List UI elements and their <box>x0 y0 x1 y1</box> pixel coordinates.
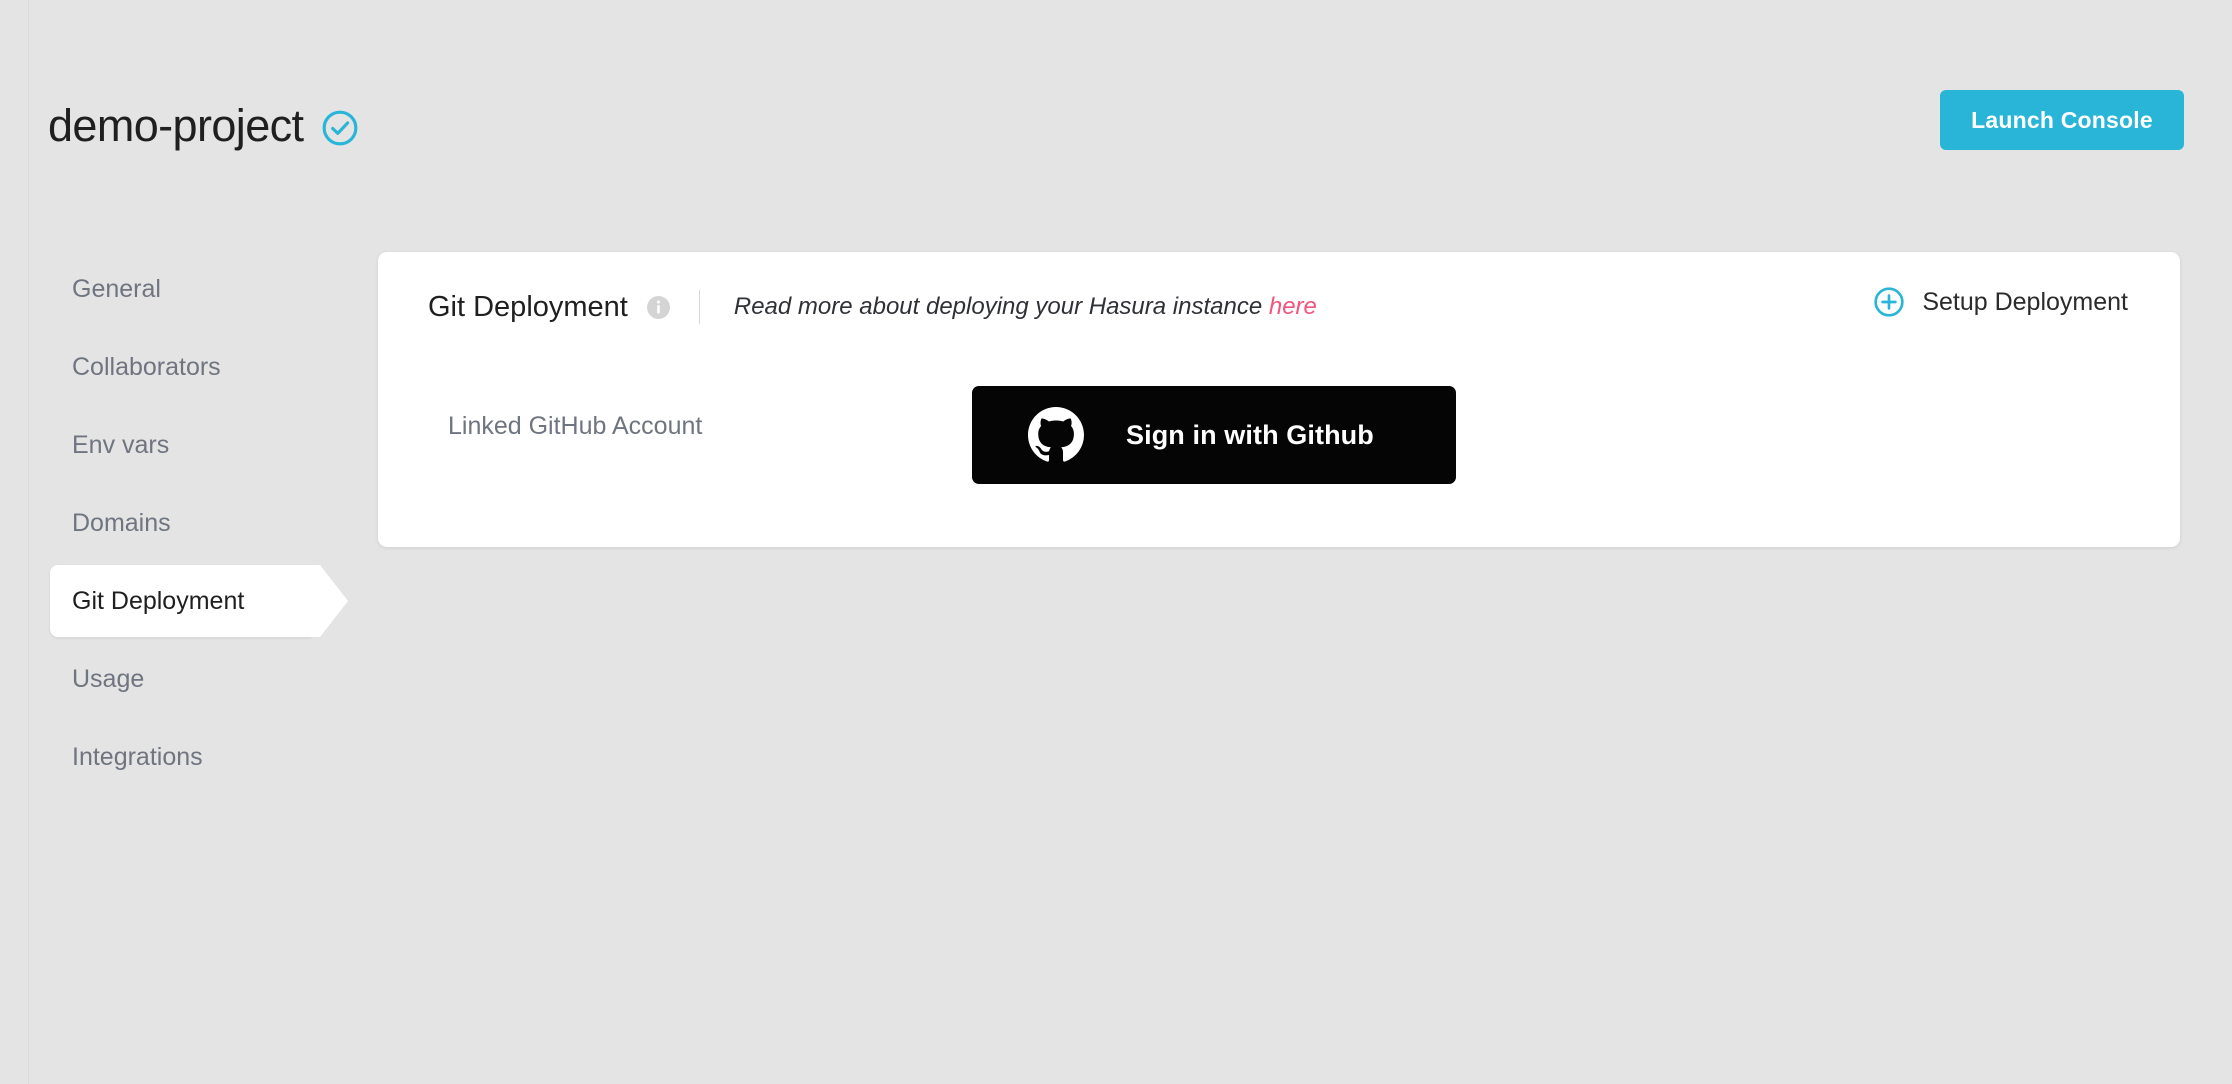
sidebar-item-domains[interactable]: Domains <box>0 484 380 562</box>
sidebar-item-label: Env vars <box>72 430 170 459</box>
sidebar-item-label: Integrations <box>72 742 203 771</box>
sidebar-item-env-vars[interactable]: Env vars <box>0 406 380 484</box>
card-header: Git Deployment Read more about deploying… <box>378 252 2180 362</box>
sidebar-item-collaborators[interactable]: Collaborators <box>0 328 380 406</box>
setup-deployment-button[interactable]: Setup Deployment <box>1873 286 2128 318</box>
settings-sidebar: General Collaborators Env vars Domains G… <box>0 250 380 1084</box>
sidebar-item-label: Usage <box>72 664 145 693</box>
card-subtitle-text: Read more about deploying your Hasura in… <box>733 293 1269 320</box>
check-circle-icon <box>321 109 359 147</box>
sidebar-item-label: Domains <box>72 508 171 537</box>
card-subtitle: Read more about deploying your Hasura in… <box>734 293 1317 321</box>
sidebar-item-label: Git Deployment <box>72 586 245 615</box>
active-tab-arrow-icon <box>310 565 348 637</box>
git-deployment-card: Git Deployment Read more about deploying… <box>378 252 2180 547</box>
setup-deployment-label: Setup Deployment <box>1922 287 2128 316</box>
page-title: demo-project <box>48 100 304 151</box>
sidebar-item-usage[interactable]: Usage <box>0 640 380 718</box>
sidebar-item-integrations[interactable]: Integrations <box>0 718 380 796</box>
launch-console-button[interactable]: Launch Console <box>1940 90 2184 150</box>
sidebar-item-label: Collaborators <box>72 352 221 381</box>
sidebar-item-label: General <box>72 274 161 303</box>
info-circle-icon[interactable] <box>646 295 671 320</box>
app-header: demo-project Launch Console <box>0 0 2232 240</box>
linked-github-account-label: Linked GitHub Account <box>448 412 703 440</box>
sidebar-item-general[interactable]: General <box>0 250 380 328</box>
card-body: Linked GitHub Account Sign in with Githu… <box>378 362 2180 547</box>
github-signin-label: Sign in with Github <box>1126 419 1374 450</box>
read-more-link[interactable]: here <box>1269 293 1317 320</box>
github-signin-button[interactable]: Sign in with Github <box>972 386 1456 484</box>
card-title-block: Git Deployment <box>428 291 671 324</box>
github-mark-icon <box>1028 407 1084 463</box>
sidebar-item-git-deployment[interactable]: Git Deployment <box>0 562 380 640</box>
plus-circle-icon <box>1873 286 1905 318</box>
header-divider <box>698 290 700 324</box>
card-title: Git Deployment <box>428 290 628 323</box>
project-title-group: demo-project <box>48 103 359 148</box>
